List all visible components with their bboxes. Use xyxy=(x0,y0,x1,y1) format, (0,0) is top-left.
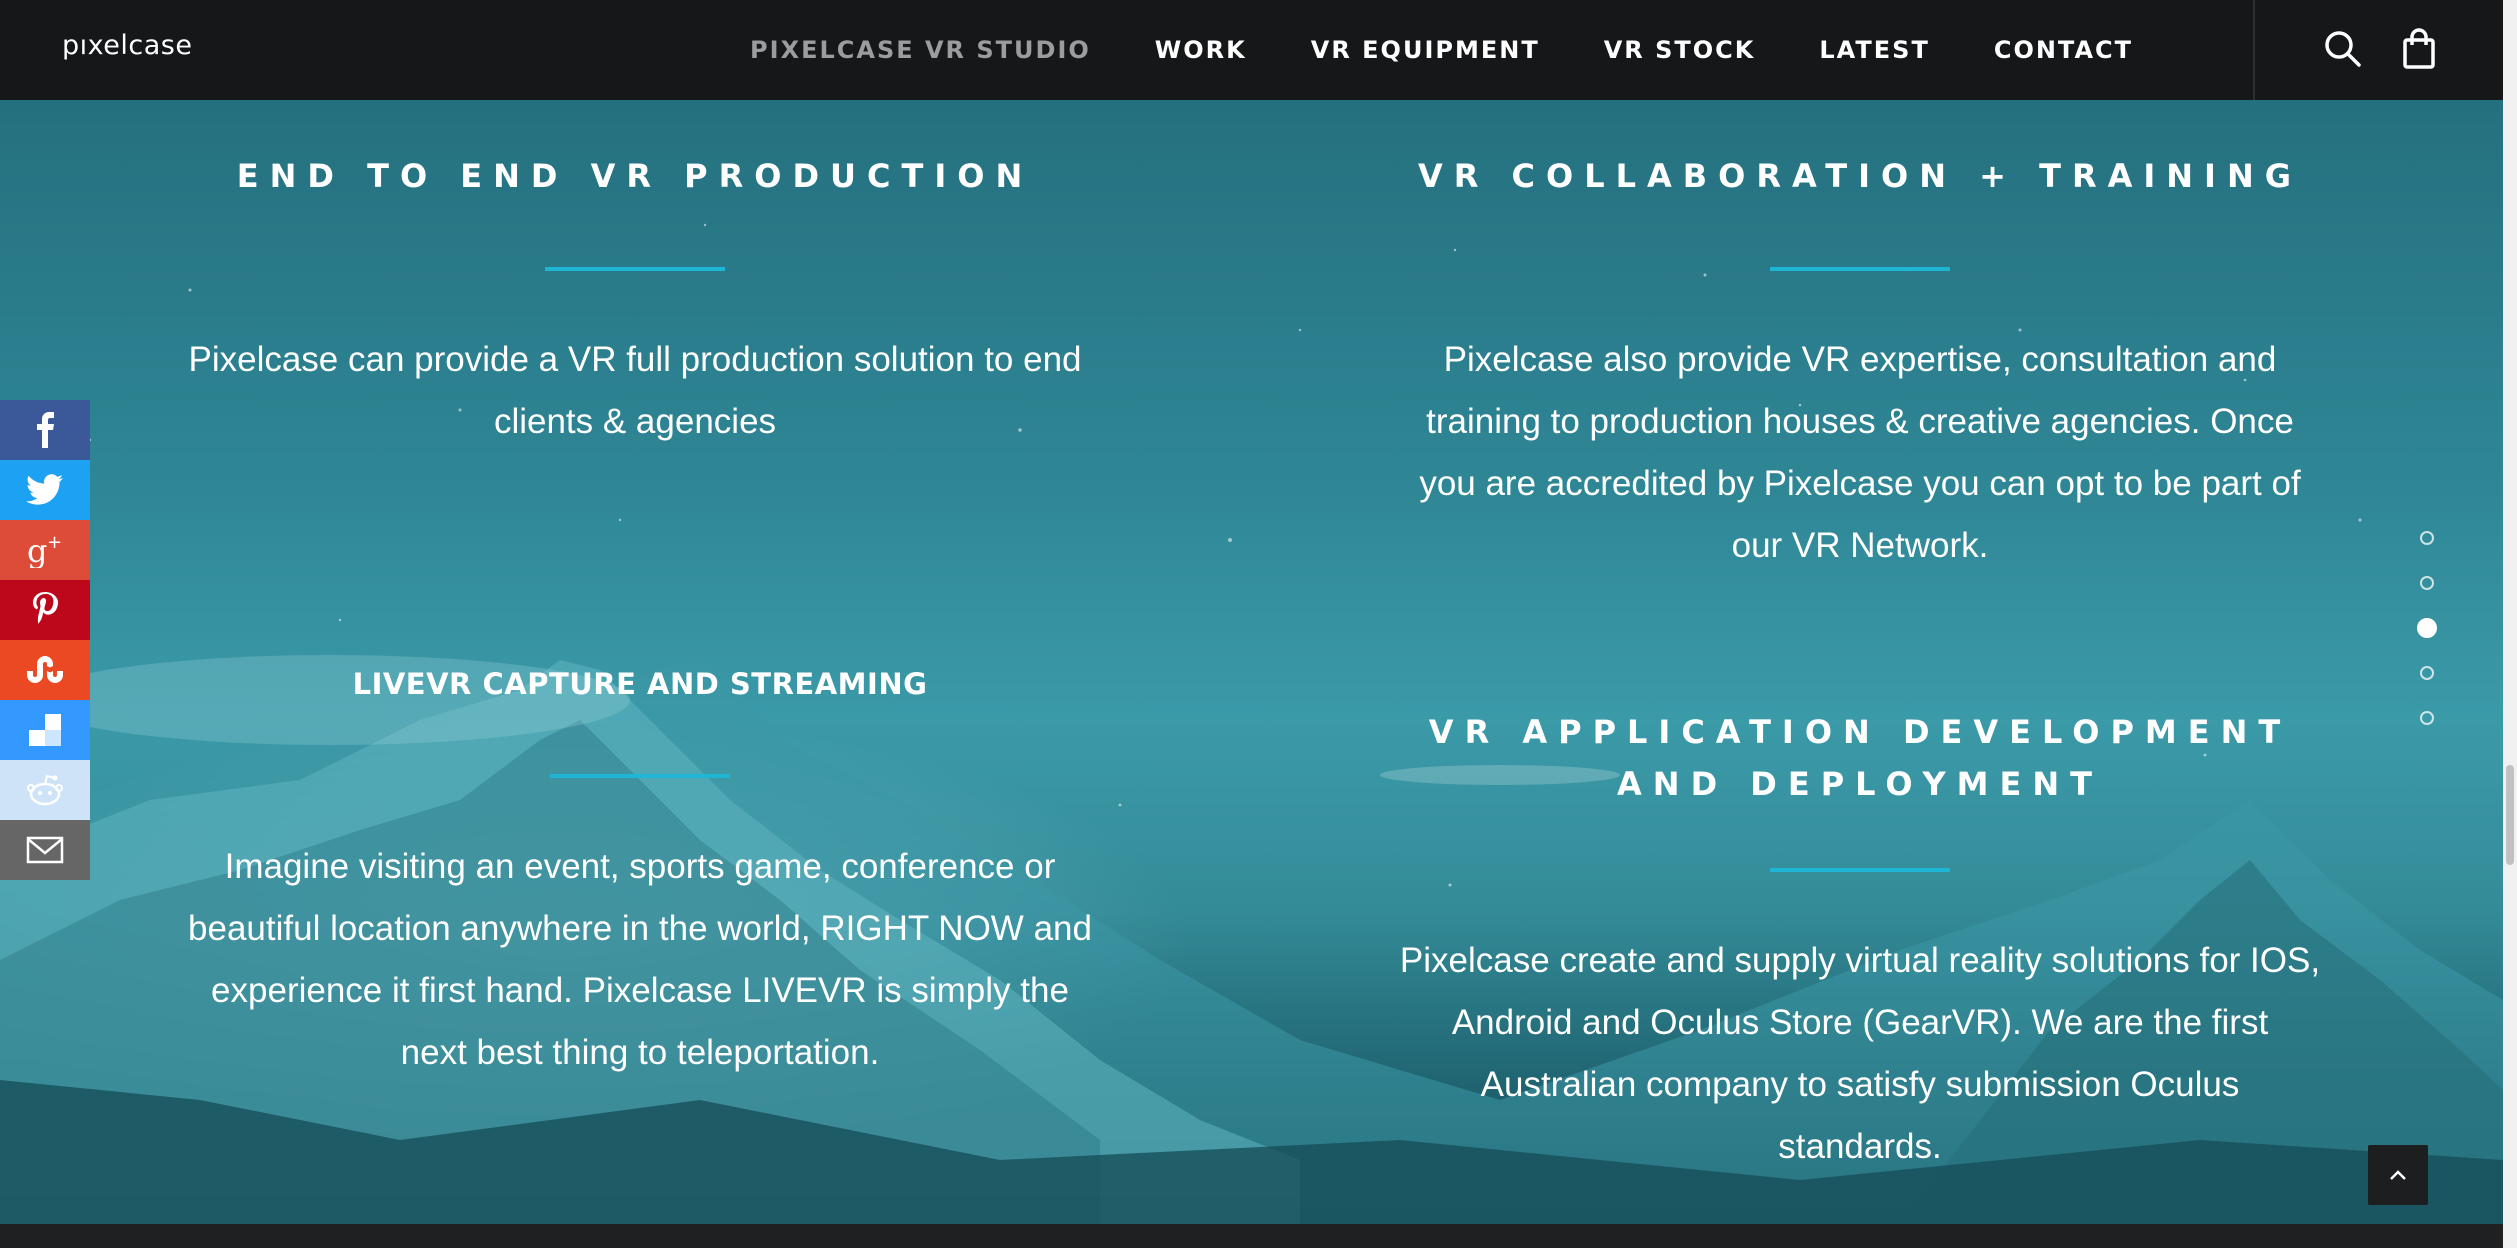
twitter-icon xyxy=(26,474,64,505)
stumbleupon-icon xyxy=(27,656,63,683)
services-hero: END TO END VR PRODUCTION Pixelcase can p… xyxy=(0,100,2503,1224)
section-divider xyxy=(1770,868,1950,872)
google-plus-share-button[interactable]: g + xyxy=(0,520,90,580)
header-divider xyxy=(2253,0,2255,100)
pinterest-icon xyxy=(33,592,59,624)
page-scrollbar[interactable] xyxy=(2503,0,2517,1248)
section-divider xyxy=(550,774,730,778)
page-dot-3[interactable] xyxy=(2417,618,2437,638)
social-share-bar: g + xyxy=(0,400,90,880)
site-logo[interactable]: pıxelcase xyxy=(62,30,192,61)
page-dot-2[interactable] xyxy=(2420,576,2434,590)
nav-item-contact[interactable]: CONTACT xyxy=(1994,36,2133,64)
section-title: VR COLLABORATION + TRAINING xyxy=(1418,157,2302,195)
section-end-to-end: END TO END VR PRODUCTION Pixelcase can p… xyxy=(180,150,1090,453)
google-plus-icon: g + xyxy=(27,532,62,568)
nav-item-work[interactable]: WORK xyxy=(1155,36,1247,64)
back-to-top-button[interactable] xyxy=(2368,1145,2428,1205)
section-text: Pixelcase create and supply virtual real… xyxy=(1399,941,2321,1166)
email-share-button[interactable] xyxy=(0,820,90,880)
main-nav: PIXELCASE VR STUDIO WORK VR EQUIPMENT VR… xyxy=(686,0,2133,100)
section-collaboration: VR COLLABORATION + TRAINING Pixelcase al… xyxy=(1405,150,2315,577)
chevron-up-icon xyxy=(2390,1170,2406,1180)
section-text: Pixelcase can provide a VR full producti… xyxy=(188,340,1082,441)
email-icon xyxy=(26,836,64,864)
svg-text:+: + xyxy=(47,532,62,553)
page-dot-4[interactable] xyxy=(2420,666,2434,680)
page-dot-1[interactable] xyxy=(2420,531,2434,545)
section-text: Pixelcase also provide VR expertise, con… xyxy=(1419,340,2301,565)
nav-item-vr-studio[interactable]: PIXELCASE VR STUDIO xyxy=(750,36,1091,64)
nav-item-vr-stock[interactable]: VR STOCK xyxy=(1604,36,1756,64)
facebook-icon xyxy=(37,412,54,448)
delicious-icon xyxy=(29,714,61,746)
reddit-share-button[interactable] xyxy=(0,760,90,820)
nav-item-latest[interactable]: LATEST xyxy=(1819,36,1929,64)
section-title: END TO END VR PRODUCTION xyxy=(236,157,1034,195)
twitter-share-button[interactable] xyxy=(0,460,90,520)
section-divider xyxy=(1770,267,1950,271)
section-title: VR APPLICATION DEVELOPMENT AND DEPLOYMEN… xyxy=(1428,713,2292,803)
reddit-icon xyxy=(27,774,63,806)
stumbleupon-share-button[interactable] xyxy=(0,640,90,700)
scrollbar-thumb[interactable] xyxy=(2506,765,2514,865)
footer-strip xyxy=(0,1224,2503,1248)
section-divider xyxy=(545,267,725,271)
svg-text:g: g xyxy=(27,532,47,568)
nav-item-vr-equipment[interactable]: VR EQUIPMENT xyxy=(1311,36,1540,64)
search-icon[interactable] xyxy=(2320,26,2366,72)
section-livevr: LIVEVR CAPTURE AND STREAMING Imagine vis… xyxy=(180,658,1100,1084)
shopping-bag-icon[interactable] xyxy=(2396,26,2442,72)
pinterest-share-button[interactable] xyxy=(0,580,90,640)
section-title: LIVEVR CAPTURE AND STREAMING xyxy=(352,667,928,701)
page-dot-5[interactable] xyxy=(2420,711,2434,725)
site-header: pıxelcase PIXELCASE VR STUDIO WORK VR EQ… xyxy=(0,0,2503,102)
delicious-share-button[interactable] xyxy=(0,700,90,760)
section-app-development: VR APPLICATION DEVELOPMENT AND DEPLOYMEN… xyxy=(1395,706,2325,1178)
facebook-share-button[interactable] xyxy=(0,400,90,460)
section-text: Imagine visiting an event, sports game, … xyxy=(188,847,1092,1072)
